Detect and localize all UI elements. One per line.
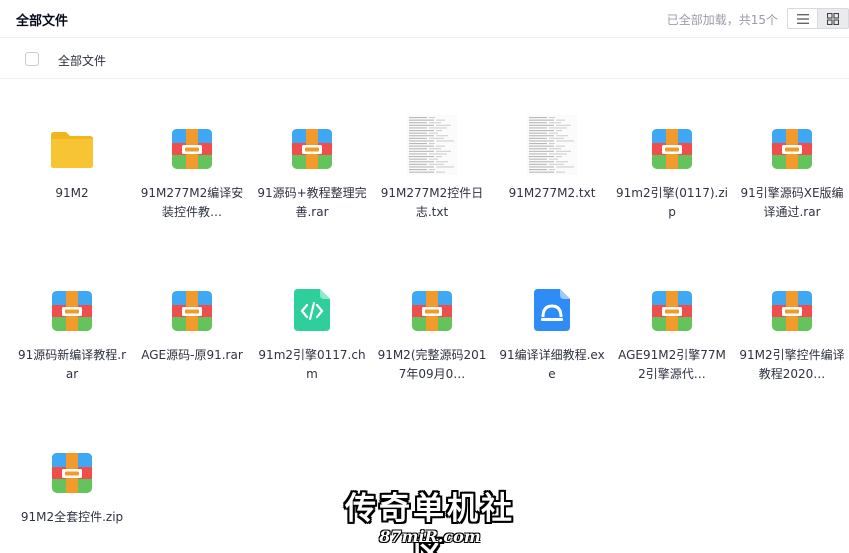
file-name: 91引擎源码XE版编译通过.rar: [740, 186, 844, 219]
folder-icon: [51, 132, 93, 168]
archive-icon: [52, 453, 92, 493]
file-tile[interactable]: 91源码+教程整理完善.rar: [252, 80, 372, 219]
file-tile[interactable]: 91m2引擎0117.chm: [252, 242, 372, 381]
file-tile[interactable]: AGE91M2引擎77M2引擎源代…: [612, 242, 732, 381]
file-icon-wrap: [132, 125, 252, 169]
archive-icon: [172, 129, 212, 169]
file-name: 91M277M2.txt: [508, 186, 596, 200]
file-tile[interactable]: 91M277M2.txt: [492, 80, 612, 210]
file-name: 91M277M2编译安装控件教…: [140, 186, 244, 219]
file-icon-wrap: [492, 115, 612, 175]
archive-icon: [772, 129, 812, 169]
file-icon-wrap: [252, 125, 372, 169]
text-file-icon: [407, 115, 457, 175]
file-tile[interactable]: 91M2全套控件.zip: [12, 404, 132, 534]
file-name: 91源码新编译教程.rar: [17, 348, 127, 381]
watermark-url: 87miR.com: [379, 527, 481, 546]
file-name: AGE源码-原91.rar: [141, 348, 243, 362]
watermark: 传奇单机社区 87miR.com: [330, 483, 530, 553]
select-all-checkbox[interactable]: [25, 52, 39, 66]
file-tile[interactable]: 91引擎源码XE版编译通过.rar: [732, 80, 849, 219]
file-icon-wrap: [492, 287, 612, 331]
file-icon-wrap: [732, 125, 849, 169]
archive-icon: [772, 291, 812, 331]
file-tile[interactable]: 91M2: [12, 80, 132, 210]
file-tile[interactable]: AGE源码-原91.rar: [132, 242, 252, 372]
file-icon-wrap: [732, 287, 849, 331]
file-icon-wrap: [612, 287, 732, 331]
file-icon-wrap: [12, 449, 132, 493]
exe-file-icon: [534, 289, 570, 331]
chm-file-icon: [294, 289, 330, 331]
file-icon-wrap: [372, 287, 492, 331]
archive-icon: [652, 291, 692, 331]
grid-view-button[interactable]: [818, 8, 849, 29]
view-toggle: [787, 8, 849, 29]
file-tile[interactable]: 91m2引擎(0117).zip: [612, 80, 732, 219]
file-tile[interactable]: 91M277M2编译安装控件教…: [132, 80, 252, 219]
file-tile[interactable]: 91M2(完整源码2017年09月0…: [372, 242, 492, 381]
file-tile[interactable]: 91编译详细教程.exe: [492, 242, 612, 381]
archive-icon: [52, 291, 92, 331]
file-icon-wrap: [252, 287, 372, 331]
breadcrumb: 全部文件: [0, 39, 849, 79]
file-name: 91M2全套控件.zip: [20, 510, 124, 524]
list-view-icon: [796, 13, 809, 24]
archive-icon: [292, 129, 332, 169]
grid-view-icon: [827, 12, 839, 25]
page-title: 全部文件: [16, 14, 69, 29]
file-name: 91M2: [55, 186, 89, 200]
breadcrumb-root[interactable]: 全部文件: [58, 52, 106, 69]
file-tile[interactable]: 91源码新编译教程.rar: [12, 242, 132, 381]
file-name: 91M2(完整源码2017年09月0…: [377, 348, 487, 381]
list-view-button[interactable]: [787, 8, 818, 29]
file-icon-wrap: [132, 287, 252, 331]
file-name: AGE91M2引擎77M2引擎源代…: [618, 348, 726, 381]
file-name: 91m2引擎0117.chm: [258, 348, 366, 381]
file-name: 91M2引擎控件编译教程2020…: [739, 348, 845, 381]
file-icon-wrap: [12, 125, 132, 169]
archive-icon: [172, 291, 212, 331]
file-name: 91m2引擎(0117).zip: [616, 186, 728, 219]
file-tile[interactable]: 91M277M2控件日志.txt: [372, 80, 492, 219]
archive-icon: [412, 291, 452, 331]
file-icon-wrap: [372, 115, 492, 175]
file-tile[interactable]: 91M2引擎控件编译教程2020…: [732, 242, 849, 381]
text-file-icon: [527, 115, 577, 175]
load-status-text: 已全部加载，共15个: [666, 13, 778, 27]
top-toolbar: 全部文件 已全部加载，共15个: [0, 0, 849, 38]
file-name: 91编译详细教程.exe: [499, 348, 605, 381]
file-icon-wrap: [12, 287, 132, 331]
file-icon-wrap: [612, 125, 732, 169]
file-name: 91M277M2控件日志.txt: [380, 186, 484, 219]
file-name: 91源码+教程整理完善.rar: [257, 186, 367, 219]
archive-icon: [652, 129, 692, 169]
